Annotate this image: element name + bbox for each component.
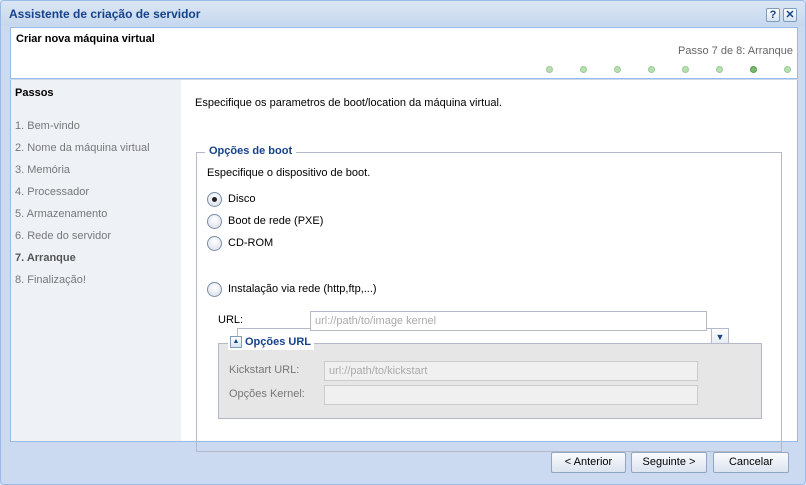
progress-dot xyxy=(648,66,655,73)
sidebar-step-current: 7. Arranque xyxy=(15,252,76,264)
sidebar-step: 2. Nome da máquina virtual xyxy=(15,142,150,154)
kernel-options-input[interactable] xyxy=(324,385,698,405)
sidebar-title: Passos xyxy=(15,87,54,99)
boot-options-legend: Opções de boot xyxy=(205,145,297,157)
sidebar-step: 4. Processador xyxy=(15,186,89,198)
url-options-title: Opções URL xyxy=(245,336,312,349)
sidebar-step: 5. Armazenamento xyxy=(15,208,108,220)
url-input[interactable]: url://path/to/image kernel xyxy=(310,311,707,331)
radio-label[interactable]: CD-ROM xyxy=(228,237,273,249)
radio-label[interactable]: Disco xyxy=(228,193,256,205)
boot-options-fieldset: Opções de boot Especifique o dispositivo… xyxy=(196,145,782,452)
main-content: Especifique os parametros de boot/locati… xyxy=(181,80,798,452)
previous-button[interactable]: < Anterior xyxy=(551,452,626,473)
progress-dot xyxy=(614,66,621,73)
url-options-legend: ▲ Opções URL xyxy=(228,336,315,350)
steps-sidebar: Passos 1. Bem-vindo 2. Nome da máquina v… xyxy=(10,80,181,442)
sidebar-step: 8. Finalização! xyxy=(15,274,86,286)
title-bar: Assistente de criação de servidor ? ✕ xyxy=(1,1,805,26)
radio-button[interactable] xyxy=(207,214,222,229)
progress-dot xyxy=(784,66,791,73)
radio-button[interactable] xyxy=(207,236,222,251)
sidebar-step: 1. Bem-vindo xyxy=(15,120,80,132)
radio-button-checked[interactable] xyxy=(207,192,222,207)
intro-text: Especifique os parametros de boot/locati… xyxy=(195,97,502,109)
url-options-fieldset: ▲ Opções URL Kickstart URL: url://path/to… xyxy=(218,336,762,419)
kernel-options-label: Opções Kernel: xyxy=(229,388,305,400)
radio-button[interactable] xyxy=(207,282,222,297)
progress-dot xyxy=(682,66,689,73)
cancel-button[interactable]: Cancelar xyxy=(713,452,789,473)
sidebar-step: 3. Memória xyxy=(15,164,71,176)
progress-dot-active xyxy=(750,66,757,73)
radio-label[interactable]: Boot de rede (PXE) xyxy=(228,215,323,227)
kickstart-label: Kickstart URL: xyxy=(229,364,300,376)
boot-description: Especifique o dispositivo de boot. xyxy=(207,167,371,179)
next-button[interactable]: Seguinte > xyxy=(631,452,707,473)
window-title: Assistente de criação de servidor xyxy=(9,7,201,21)
radio-label[interactable]: Instalação via rede (http,ftp,...) xyxy=(228,283,377,295)
url-label: URL: xyxy=(218,314,244,326)
help-icon[interactable]: ? xyxy=(766,8,780,22)
collapse-icon[interactable]: ▲ xyxy=(230,336,242,349)
wizard-window: Assistente de criação de servidor ? ✕ Cr… xyxy=(0,0,806,485)
sidebar-step: 6. Rede do servidor xyxy=(15,230,111,242)
progress-dot xyxy=(716,66,723,73)
wizard-header: Criar nova máquina virtual Passo 7 de 8:… xyxy=(10,27,798,79)
page-title: Criar nova máquina virtual xyxy=(16,33,155,45)
progress-dot xyxy=(546,66,553,73)
close-icon[interactable]: ✕ xyxy=(783,8,797,22)
kickstart-input[interactable]: url://path/to/kickstart xyxy=(324,361,698,381)
progress-dot xyxy=(580,66,587,73)
step-indicator-text: Passo 7 de 8: Arranque xyxy=(678,45,793,57)
